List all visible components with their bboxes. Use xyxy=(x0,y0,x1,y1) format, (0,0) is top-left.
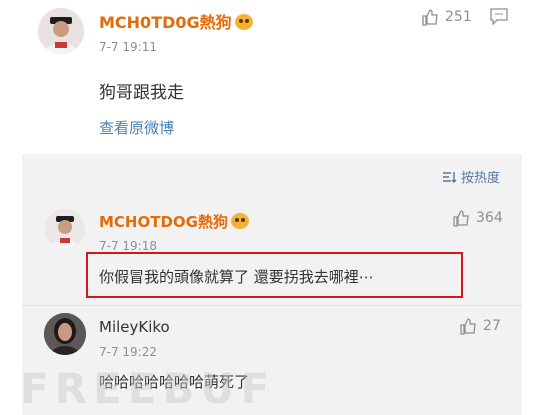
comment-like-button[interactable]: 27 xyxy=(459,317,501,335)
post-timestamp: 7-7 19:11 xyxy=(99,40,157,54)
comment-like-count: 364 xyxy=(476,210,503,226)
comment-like-button[interactable]: 364 xyxy=(452,209,503,227)
comment-timestamp: 7-7 19:22 xyxy=(99,345,157,359)
thumbs-up-icon xyxy=(453,210,469,227)
watermark: FREEBUF xyxy=(20,364,276,413)
like-button[interactable]: 251 xyxy=(421,8,472,26)
like-count: 251 xyxy=(445,9,472,25)
person-icon xyxy=(45,209,85,249)
view-original-link[interactable]: 查看原微博 xyxy=(99,117,174,138)
vip-badge-icon xyxy=(231,213,249,229)
comment-like-count: 27 xyxy=(483,318,501,334)
comment-author-name[interactable]: MileyKiko xyxy=(99,318,170,336)
original-post: MCH0TD0G熱狗 7-7 19:11 251 狗哥跟我走 查看原微博 xyxy=(0,0,540,153)
sort-icon xyxy=(443,171,457,183)
person-icon xyxy=(38,8,84,54)
thumbs-up-icon xyxy=(422,9,438,26)
comment-author-name[interactable]: MCHOTDOG熱狗 xyxy=(99,211,249,232)
comment-avatar[interactable] xyxy=(45,209,85,249)
comment-avatar[interactable] xyxy=(44,313,86,355)
post-text: 狗哥跟我走 xyxy=(99,83,184,103)
comment-text: 你假冒我的頭像就算了 還要拐我去哪裡⋯ xyxy=(99,268,374,286)
comment-divider xyxy=(22,305,522,306)
author-avatar[interactable] xyxy=(38,8,84,54)
person-icon xyxy=(44,313,86,355)
comment-timestamp: 7-7 19:18 xyxy=(99,239,157,253)
comment-icon[interactable] xyxy=(490,8,508,25)
sort-by-hot-button[interactable]: 按热度 xyxy=(442,167,500,186)
vip-badge-icon xyxy=(234,14,253,30)
author-name[interactable]: MCH0TD0G熱狗 xyxy=(99,9,253,33)
thumbs-up-icon xyxy=(460,318,476,335)
